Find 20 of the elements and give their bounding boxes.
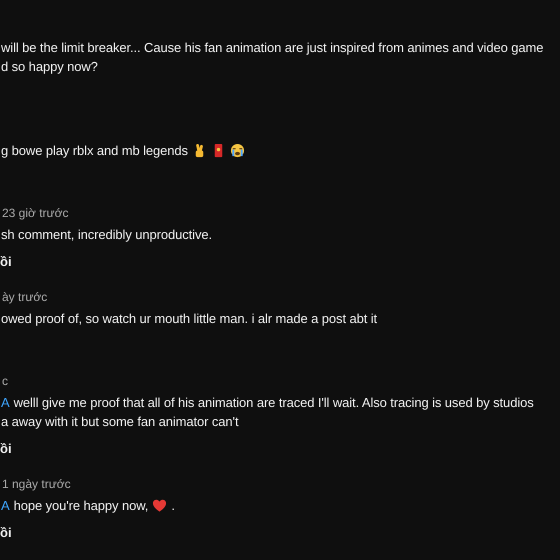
comment-text: will be the limit breaker... Cause his fan animation are just inspired from animes and video game [1,39,544,57]
reply-button[interactable]: ồi [0,252,12,272]
comment-timestamp: c [1,374,8,388]
comment-timestamp: 1 ngày trước [1,477,71,491]
heart-icon [152,498,168,513]
comment-text: . [171,497,175,515]
mention-link[interactable]: A [1,496,10,515]
comment-timestamp: 23 giờ trước [1,206,68,220]
crying-face-icon [230,143,245,158]
mention-link[interactable]: A [1,393,10,412]
comment-text: a away with it but some fan animator can't [1,413,238,431]
comment-text: owed proof of, so watch ur mouth little man. i alr made a post abt it [1,310,378,328]
reply-button[interactable]: ồi [0,523,12,543]
reply-button[interactable]: ồi [0,439,12,459]
comment-text: d so happy now? [1,58,98,76]
comment-timestamp: ày trước [1,290,48,304]
comment-text: welll give me proof that all of his animation are traced I'll wait. Also tracing is used by studios [14,394,534,412]
comment-text: sh comment, incredibly unproductive. [1,226,212,244]
comment-text: hope you're happy now, [14,497,148,515]
comment-text: g bowe play rblx and mb legends [1,142,188,160]
